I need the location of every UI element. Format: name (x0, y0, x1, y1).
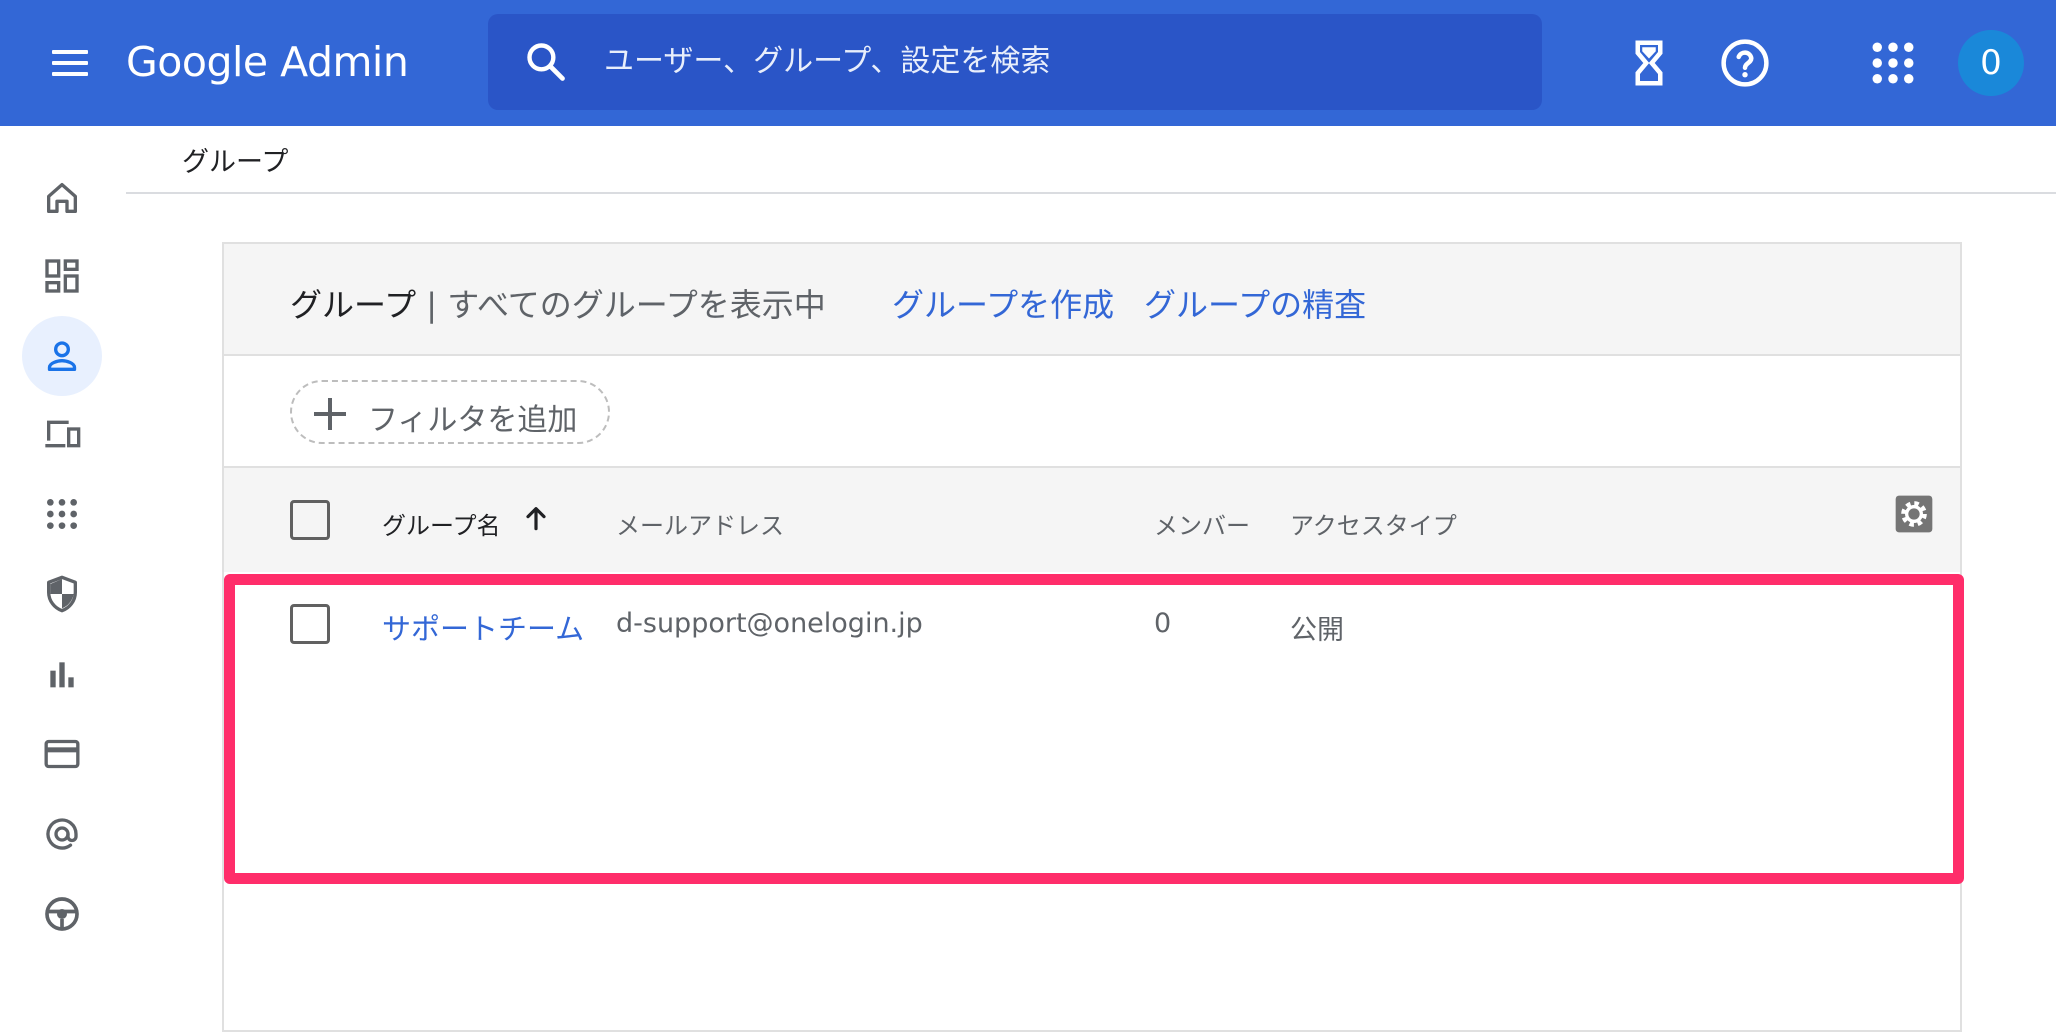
nav-devices[interactable] (22, 394, 102, 474)
brand-google: Google (126, 38, 268, 86)
breadcrumb-current: グループ (182, 147, 289, 178)
nav-account[interactable] (22, 794, 102, 874)
add-filter-button[interactable]: フィルタを追加 (290, 380, 610, 444)
nav-home[interactable] (22, 158, 102, 238)
nav-reports[interactable] (22, 634, 102, 714)
column-header-members[interactable]: メンバー (1154, 506, 1250, 541)
help-icon[interactable] (1718, 36, 1772, 90)
table-header: グループ名 メールアドレス メンバー アクセスタイプ (224, 468, 1960, 572)
card-title-main: グループ (290, 286, 417, 324)
card-header: グループ | すべてのグループを表示中 グループを作成 グループの精査 (224, 244, 1960, 356)
annotation-highlight-box (224, 574, 1964, 884)
top-app-bar: Google Admin ユーザー、グループ、設定を検索 0 (0, 0, 2056, 126)
devices-icon (45, 420, 81, 448)
nav-security[interactable] (22, 554, 102, 634)
account-at-icon (46, 818, 78, 850)
nav-dashboard[interactable] (22, 236, 102, 316)
column-header-group-name[interactable]: グループ名 (382, 506, 501, 541)
security-shield-icon (47, 575, 78, 613)
nav-rules[interactable] (22, 874, 102, 954)
sort-ascending-arrow-icon[interactable] (520, 502, 552, 534)
account-avatar[interactable]: 0 (1958, 30, 2024, 96)
nav-billing[interactable] (22, 714, 102, 794)
search-icon (527, 43, 565, 81)
filter-bar: フィルタを追加 (224, 356, 1960, 468)
column-header-access-type[interactable]: アクセスタイプ (1290, 506, 1457, 541)
user-icon (47, 341, 77, 371)
menu-icon-line (52, 61, 88, 65)
menu-icon-line (52, 50, 88, 54)
add-filter-label: フィルタを追加 (368, 403, 578, 438)
dashboard-icon (45, 259, 79, 293)
select-all-checkbox[interactable] (290, 500, 330, 540)
search-bar[interactable]: ユーザー、グループ、設定を検索 (488, 14, 1542, 110)
home-icon (47, 183, 78, 213)
menu-icon-line (52, 72, 88, 76)
apps-icon (47, 499, 77, 529)
search-input[interactable]: ユーザー、グループ、設定を検索 (604, 41, 1050, 83)
hourglass-icon[interactable] (1622, 36, 1676, 90)
card-title-sub: | すべてのグループを表示中 (416, 286, 826, 324)
column-header-email[interactable]: メールアドレス (616, 506, 784, 541)
reports-icon (50, 662, 74, 688)
nav-users[interactable] (22, 316, 102, 396)
main-menu-button[interactable] (46, 44, 94, 82)
breadcrumb-divider (126, 192, 2056, 194)
inspect-groups-link[interactable]: グループの精査 (1144, 280, 1366, 326)
apps-grid-icon[interactable] (1866, 36, 1920, 90)
billing-icon (44, 739, 80, 769)
nav-apps[interactable] (22, 474, 102, 554)
plus-icon (314, 398, 346, 430)
rules-icon (45, 897, 79, 931)
brand-admin: Admin (280, 38, 409, 86)
column-settings-gear-icon[interactable] (1894, 494, 1934, 534)
card-title: グループ | すべてのグループを表示中 (290, 280, 826, 326)
create-group-link[interactable]: グループを作成 (892, 280, 1114, 326)
google-admin-logo[interactable]: Google Admin (126, 34, 409, 90)
